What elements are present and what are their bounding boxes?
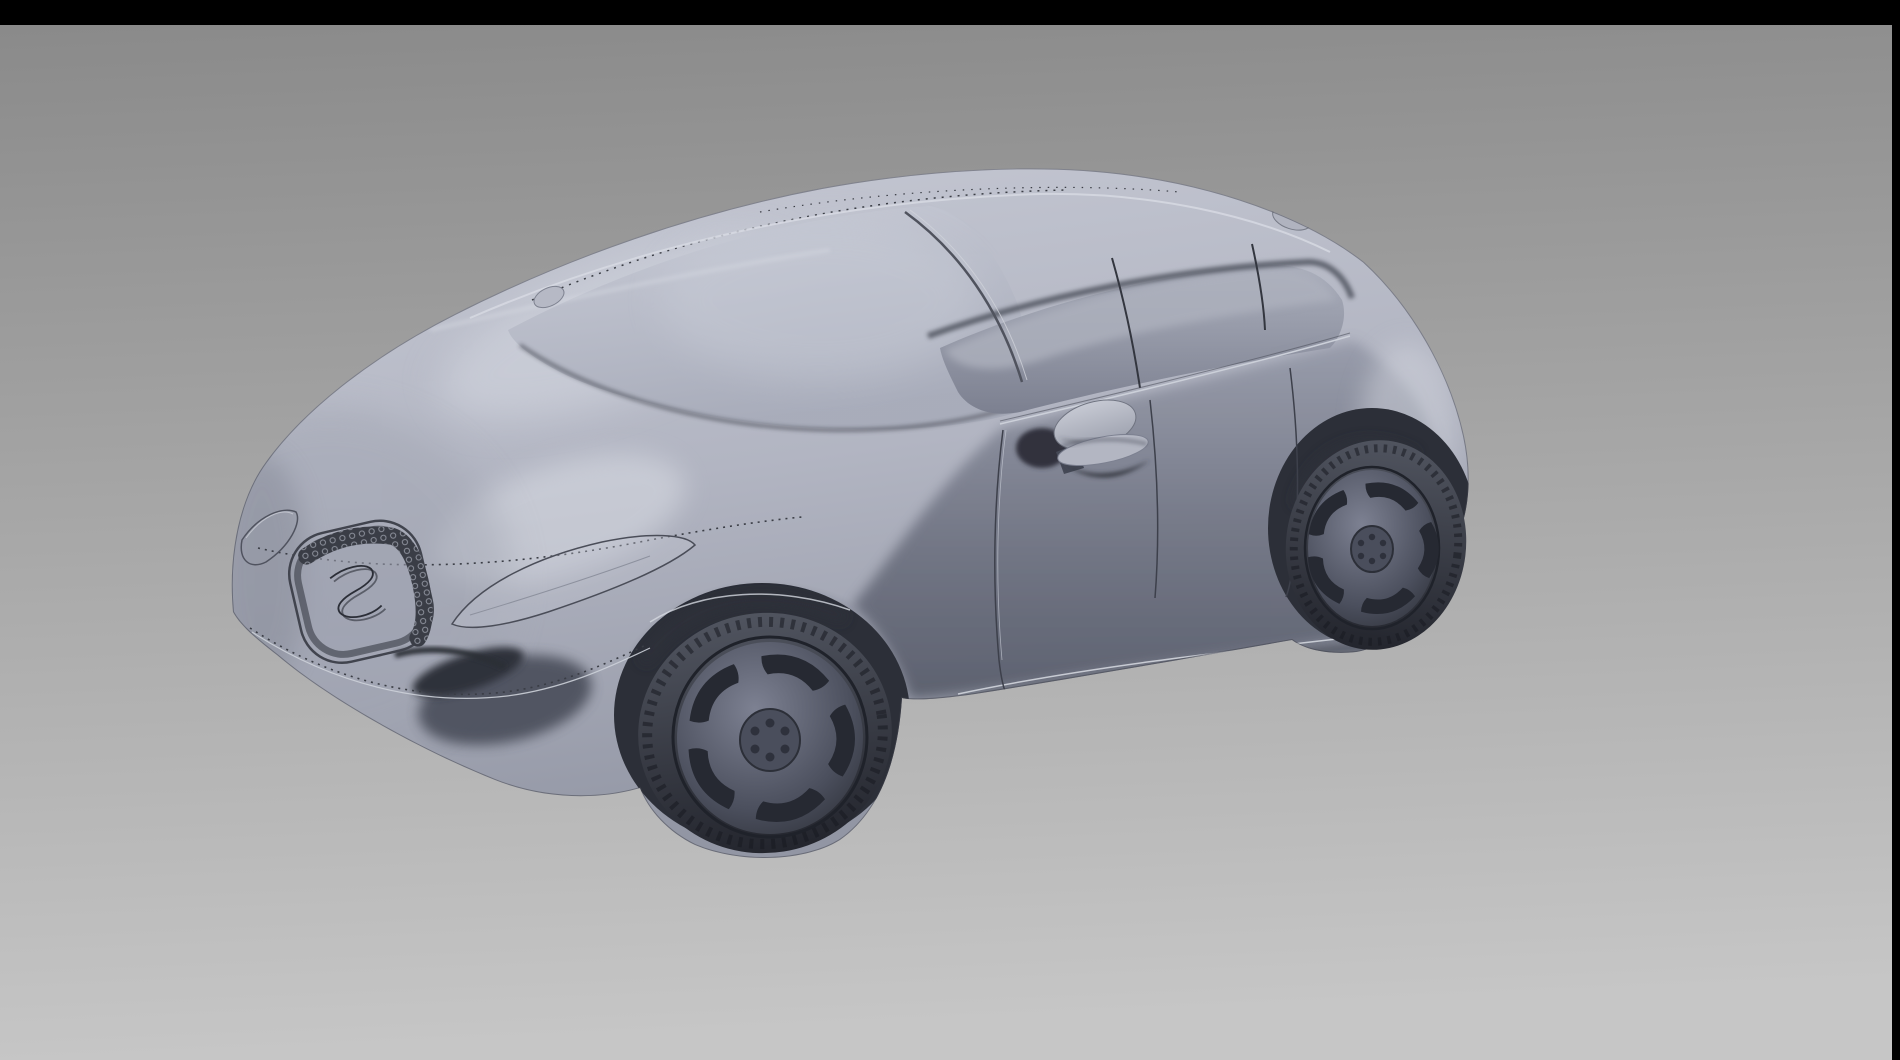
rear-hub: [1351, 526, 1393, 572]
top-frame-bar: [0, 0, 1900, 25]
front-hub: [740, 709, 800, 771]
viewport-canvas[interactable]: [0, 25, 1892, 1060]
application-window: [0, 0, 1900, 1060]
right-frame-bar: [1892, 0, 1900, 1060]
windshield-highlight: [660, 220, 980, 380]
